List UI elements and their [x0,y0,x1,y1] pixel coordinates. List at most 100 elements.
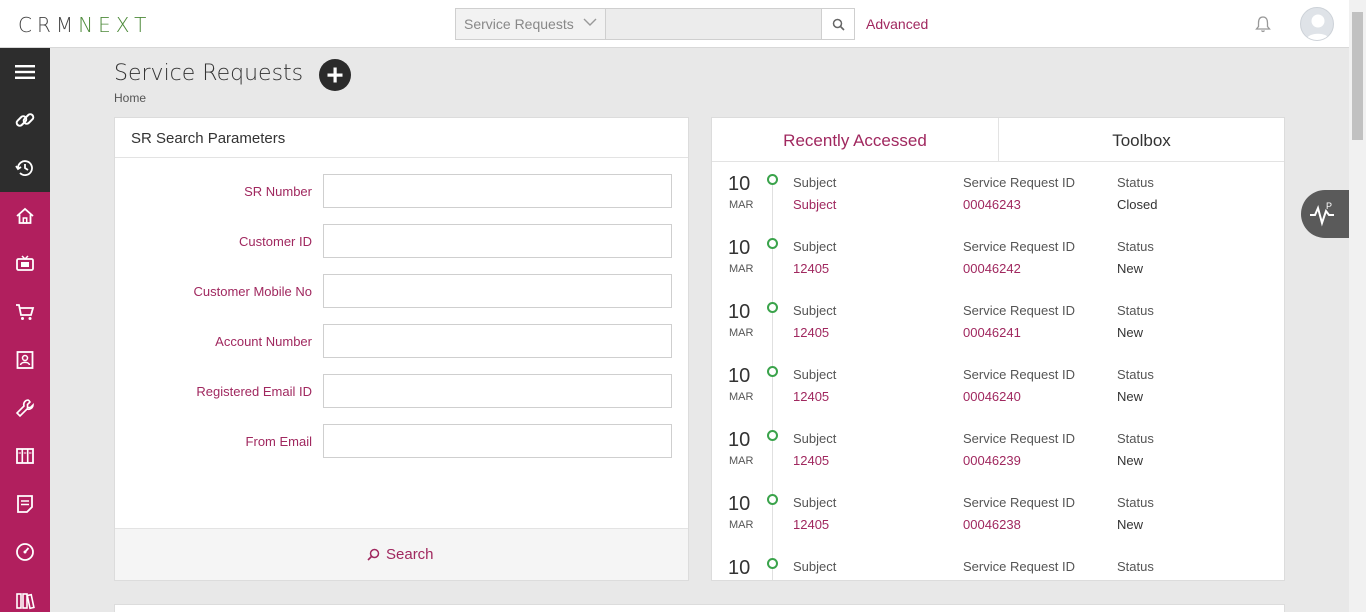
sr-search-button-label: Search [386,546,434,563]
account-number-label: Account Number [215,334,312,349]
advanced-search-link[interactable]: Advanced [866,16,928,32]
sidebar-item-menu[interactable] [0,48,50,96]
library-icon [16,593,35,610]
page-scrollbar[interactable] [1349,0,1366,612]
subject-link[interactable]: 12405 [793,517,829,532]
status-label: Status [1117,303,1154,318]
status-value: New [1117,261,1144,276]
sidebar-item-cart[interactable] [0,288,50,336]
sr-number-input[interactable] [323,174,672,208]
crmnext-logo[interactable]: CRMNEXT [18,13,151,37]
list-item[interactable]: 10 Subject Service Request ID Status [712,547,1284,580]
tab-toolbox[interactable]: Toolbox [998,118,1284,161]
sidebar-item-notes[interactable] [0,480,50,528]
entry-month: MAR [729,327,754,339]
account-number-input[interactable] [323,324,672,358]
tab-recently-accessed[interactable]: Recently Accessed [712,118,998,161]
sr-id-label: Service Request ID [963,175,1075,190]
list-item[interactable]: 10 MAR Subject Service Request ID Status… [712,227,1284,291]
status-value: Closed [1117,197,1158,212]
from-email-input[interactable] [323,424,672,458]
add-service-request-button[interactable] [319,59,351,91]
list-item[interactable]: 10 MAR Subject Service Request ID Status… [712,355,1284,419]
sidebar-item-history[interactable] [0,144,50,192]
customer-id-input[interactable] [323,224,672,258]
registered-email-label: Registered Email ID [196,384,312,399]
logo-suffix: NEXT [78,13,152,37]
search-icon [832,18,845,31]
logo-prefix: CRM [18,13,79,37]
sr-id-link[interactable]: 00046243 [963,197,1021,212]
contact-card-icon [16,351,34,369]
entry-month: MAR [729,199,754,211]
notes-icon [17,495,33,513]
entry-day: 10 [728,429,751,451]
status-value: New [1117,389,1144,404]
subject-link[interactable]: 12405 [793,261,829,276]
breadcrumb-home[interactable]: Home [114,91,146,105]
sr-search-footer: Search [115,528,688,580]
list-item[interactable]: 10 MAR Subject Service Request ID Status… [712,163,1284,227]
status-value: New [1117,453,1144,468]
search-input[interactable] [606,9,822,39]
sr-id-link[interactable]: 00046238 [963,517,1021,532]
sidebar-item-links[interactable] [0,96,50,144]
subject-label: Subject [793,239,837,254]
form-row-registered-email: Registered Email ID [115,374,690,408]
search-button[interactable] [821,9,854,39]
dashboard-icon [16,543,34,561]
floating-pulse-button[interactable]: P [1301,190,1349,238]
timeline-dot [767,238,778,249]
bell-icon[interactable] [1255,15,1271,33]
from-email-label: From Email [245,434,312,449]
scrollbar-thumb[interactable] [1352,12,1363,140]
sr-id-link[interactable]: 00046241 [963,325,1021,340]
list-item[interactable]: 10 MAR Subject Service Request ID Status… [712,419,1284,483]
status-label: Status [1117,175,1154,190]
subject-label: Subject [793,431,837,446]
registered-email-input[interactable] [323,374,672,408]
chevron-down-icon [583,18,597,26]
status-label: Status [1117,495,1154,510]
sidebar-item-columns[interactable] [0,432,50,480]
list-item[interactable]: 10 MAR Subject Service Request ID Status… [712,483,1284,547]
page-title: Service Requests [114,61,304,86]
top-bar: CRMNEXT Service Requests Advanced [0,0,1366,48]
subject-label: Subject [793,559,837,574]
subject-link[interactable]: Subject [793,197,836,212]
sr-id-label: Service Request ID [963,431,1075,446]
sidebar-item-library[interactable] [0,576,50,612]
columns-icon [16,448,34,464]
sr-id-link[interactable]: 00046239 [963,453,1021,468]
svg-text:P: P [1326,201,1332,211]
sr-id-link[interactable]: 00046240 [963,389,1021,404]
subject-label: Subject [793,495,837,510]
sidebar-item-home[interactable] [0,192,50,240]
sidebar-item-contacts[interactable] [0,336,50,384]
entry-day: 10 [728,365,751,387]
customer-mobile-label: Customer Mobile No [193,284,313,299]
entry-month: MAR [729,391,754,403]
subject-label: Subject [793,367,837,382]
subject-link[interactable]: 12405 [793,453,829,468]
sr-id-label: Service Request ID [963,239,1075,254]
customer-mobile-input[interactable] [323,274,672,308]
sidebar-item-tv[interactable] [0,240,50,288]
home-icon [16,207,34,224]
bottom-panel [114,604,1285,612]
subject-link[interactable]: 12405 [793,389,829,404]
sr-id-link[interactable]: 00046242 [963,261,1021,276]
user-avatar[interactable] [1300,7,1334,41]
list-item[interactable]: 10 MAR Subject Service Request ID Status… [712,291,1284,355]
pulse-icon: P [1310,201,1334,227]
sr-search-button[interactable]: Search [367,546,434,563]
subject-link[interactable]: 12405 [793,325,829,340]
search-module-select[interactable]: Service Requests [456,9,606,39]
cart-icon [16,304,35,320]
timeline-dot [767,302,778,313]
sr-id-label: Service Request ID [963,495,1075,510]
sidebar-item-dashboard[interactable] [0,528,50,576]
status-value: New [1117,517,1144,532]
status-label: Status [1117,239,1154,254]
sidebar-item-tools[interactable] [0,384,50,432]
